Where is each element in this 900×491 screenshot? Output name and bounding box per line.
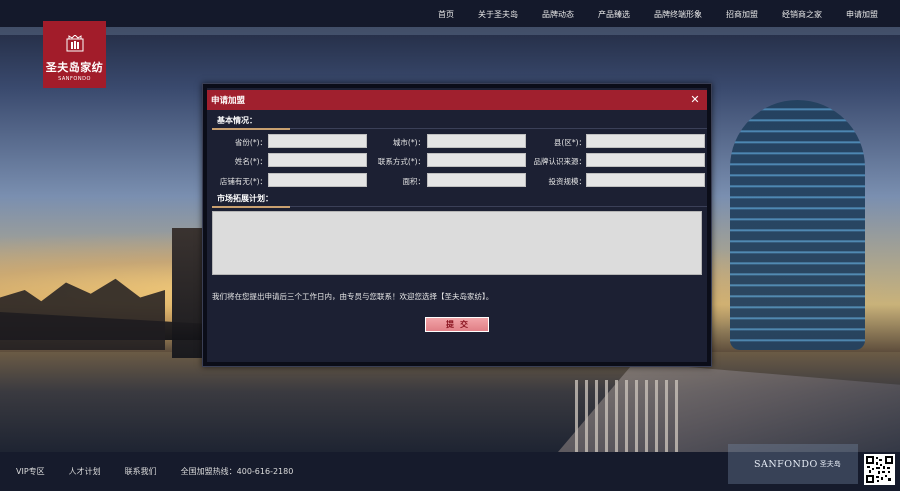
dialog-title: 申请加盟 — [211, 96, 246, 106]
nav-item-products[interactable]: 产品臻选 — [598, 9, 630, 20]
store-input[interactable] — [268, 173, 367, 187]
name-label: 姓名(*)： — [234, 157, 267, 166]
county-label: 县(区*)： — [553, 138, 586, 147]
submit-button[interactable]: 提交 — [425, 317, 489, 332]
qr-code-icon — [864, 454, 895, 485]
top-nav-bar: 首页 关于圣夫岛 品牌动态 产品臻选 品牌终端形象 招商加盟 经销商之家 申请加… — [0, 0, 900, 27]
close-icon[interactable]: ✕ — [689, 94, 701, 106]
contact-label: 联系方式(*)： — [377, 157, 425, 166]
county-input[interactable] — [586, 134, 705, 148]
nav-item-apply[interactable]: 申请加盟 — [846, 9, 878, 20]
railing — [575, 380, 685, 452]
scale-label: 投资规模： — [548, 177, 587, 186]
footer-link-contact[interactable]: 联系我们 — [125, 466, 157, 477]
dialog-header: 申请加盟 ✕ — [207, 90, 707, 110]
apply-dialog: 申请加盟 ✕ 基本情况： 省份(*)： 城市(*)： 县(区*)： 姓名(*)：… — [202, 83, 712, 367]
footer-brand-cn: 圣夫岛 — [819, 460, 841, 468]
source-label: 品牌认识来源： — [533, 157, 587, 166]
nav-item-store-image[interactable]: 品牌终端形象 — [654, 9, 702, 20]
scale-input[interactable] — [586, 173, 705, 187]
footer-links: VIP专区 人才计划 联系我们 全国加盟热线：400-616-2180 — [16, 466, 293, 477]
dialog-body: 申请加盟 ✕ 基本情况： 省份(*)： 城市(*)： 县(区*)： 姓名(*)：… — [207, 88, 707, 362]
nav-item-franchise[interactable]: 招商加盟 — [726, 9, 758, 20]
name-input[interactable] — [268, 153, 367, 167]
franchise-hotline: 全国加盟热线：400-616-2180 — [180, 467, 294, 476]
city-hall-building — [730, 100, 865, 350]
footer-brand: SANFONDO 圣夫岛 — [728, 444, 858, 484]
footer-brand-en: SANFONDO — [754, 458, 818, 470]
area-label: 面积： — [402, 177, 426, 186]
nav-menu: 首页 关于圣夫岛 品牌动态 产品臻选 品牌终端形象 招商加盟 经销商之家 申请加… — [414, 9, 878, 20]
market-plan-heading: 市场拓展计划： — [217, 194, 273, 203]
qr-pattern — [866, 456, 893, 483]
nav-item-news[interactable]: 品牌动态 — [542, 9, 574, 20]
brand-logo[interactable]: 圣夫岛家纺 SANFONDO — [43, 21, 106, 88]
basic-info-heading: 基本情况： — [217, 116, 257, 125]
footer-link-talent[interactable]: 人才计划 — [69, 466, 101, 477]
basic-info-accent — [212, 128, 290, 130]
source-input[interactable] — [586, 153, 705, 167]
nav-item-home[interactable]: 首页 — [438, 9, 454, 20]
province-label: 省份(*)： — [234, 138, 267, 147]
area-input[interactable] — [427, 173, 526, 187]
store-label: 店铺有无(*)： — [219, 177, 267, 186]
city-input[interactable] — [427, 134, 526, 148]
crest-icon — [66, 35, 83, 52]
nav-item-dealers[interactable]: 经销商之家 — [782, 9, 822, 20]
footer-link-vip[interactable]: VIP专区 — [16, 466, 45, 477]
contact-input[interactable] — [427, 153, 526, 167]
market-plan-textarea[interactable] — [212, 211, 702, 275]
market-plan-accent — [212, 206, 290, 208]
logo-text-en: SANFONDO — [58, 76, 91, 82]
nav-item-about[interactable]: 关于圣夫岛 — [478, 9, 518, 20]
province-input[interactable] — [268, 134, 367, 148]
city-label: 城市(*)： — [392, 138, 425, 147]
nav-strip — [0, 27, 900, 35]
submit-notice: 我们将在您提出申请后三个工作日内，由专员与您联系！欢迎您选择【圣夫岛家纺】。 — [212, 292, 494, 301]
logo-text-cn: 圣夫岛家纺 — [45, 61, 104, 74]
